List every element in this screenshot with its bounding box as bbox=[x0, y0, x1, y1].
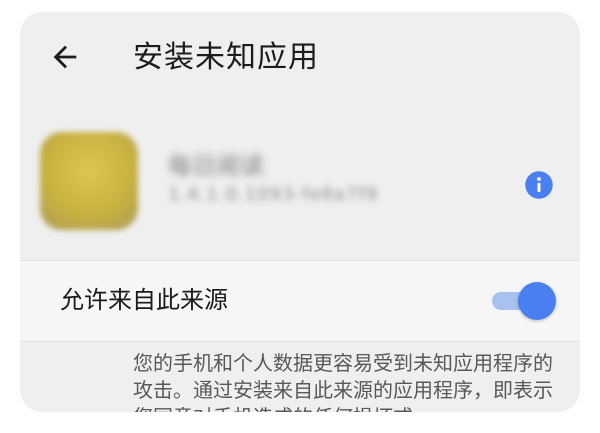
app-name: 每日阅读 bbox=[168, 152, 264, 180]
allow-from-source-label: 允许来自此来源 bbox=[60, 286, 228, 314]
app-version: 1.4.1.0.1093-fe8a7f9 bbox=[168, 184, 379, 205]
page-title: 安装未知应用 bbox=[133, 40, 319, 75]
app-info-row: 每日阅读 1.4.1.0.1093-fe8a7f9 bbox=[20, 122, 580, 262]
install-unknown-apps-screen: 安装未知应用 每日阅读 1.4.1.0.1093-fe8a7f9 允许来自此来源… bbox=[20, 12, 580, 412]
arrow-back-icon[interactable] bbox=[48, 40, 82, 74]
security-warning-text: 您的手机和个人数据更容易受到未知应用程序的攻击。通过安装来自此来源的应用程序，即… bbox=[133, 351, 553, 412]
allow-from-source-toggle[interactable] bbox=[492, 281, 556, 321]
app-icon bbox=[40, 132, 138, 230]
toggle-thumb bbox=[518, 282, 556, 320]
info-icon[interactable] bbox=[524, 170, 554, 200]
allow-from-source-row[interactable]: 允许来自此来源 bbox=[20, 260, 580, 342]
toolbar: 安装未知应用 bbox=[20, 12, 580, 102]
